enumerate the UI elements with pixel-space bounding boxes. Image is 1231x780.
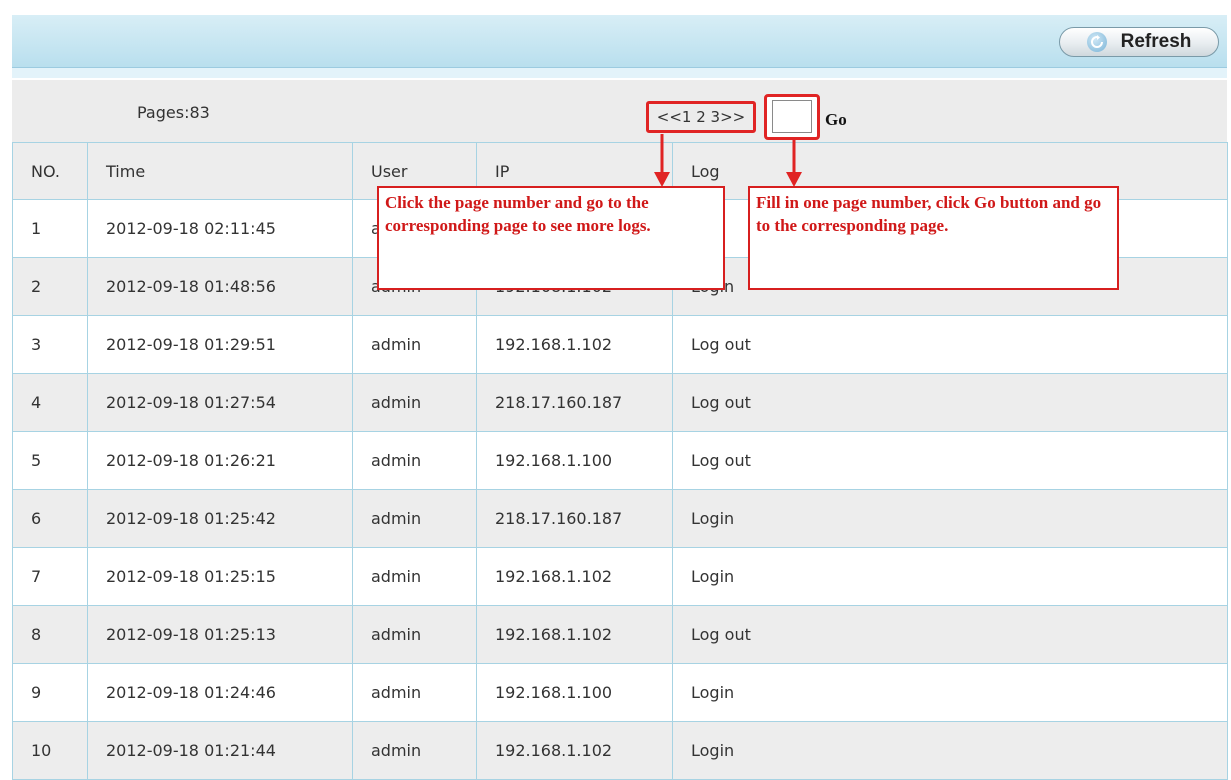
cell-log: Log out xyxy=(672,605,1228,664)
cell-time: 2012-09-18 01:26:21 xyxy=(87,431,353,490)
cell-time: 2012-09-18 01:24:46 xyxy=(87,663,353,722)
go-button[interactable]: Go xyxy=(825,110,847,130)
cell-ip: 192.168.1.100 xyxy=(476,663,673,722)
table-row: 4 2012-09-18 01:27:54 admin 218.17.160.1… xyxy=(12,373,1228,432)
cell-time: 2012-09-18 02:11:45 xyxy=(87,199,353,258)
cell-no: 5 xyxy=(12,431,88,490)
cell-ip: 192.168.1.102 xyxy=(476,547,673,606)
cell-time: 2012-09-18 01:25:42 xyxy=(87,489,353,548)
cell-log: Login xyxy=(672,547,1228,606)
table-row: 7 2012-09-18 01:25:15 admin 192.168.1.10… xyxy=(12,547,1228,606)
cell-ip: 218.17.160.187 xyxy=(476,489,673,548)
cell-user: admin xyxy=(352,315,477,374)
toolbar: Refresh xyxy=(12,15,1227,68)
cell-log: Login xyxy=(672,489,1228,548)
cell-ip: 192.168.1.102 xyxy=(476,605,673,664)
cell-no: 3 xyxy=(12,315,88,374)
toolbar-divider xyxy=(12,68,1227,78)
cell-time: 2012-09-18 01:29:51 xyxy=(87,315,353,374)
table-row: 10 2012-09-18 01:21:44 admin 192.168.1.1… xyxy=(12,721,1228,780)
page-link-2[interactable]: 2 xyxy=(696,108,706,126)
page-link-1[interactable]: 1 xyxy=(682,108,692,126)
cell-user: admin xyxy=(352,605,477,664)
cell-ip: 218.17.160.187 xyxy=(476,373,673,432)
column-header-no: NO. xyxy=(12,142,88,200)
cell-time: 2012-09-18 01:48:56 xyxy=(87,257,353,316)
cell-no: 4 xyxy=(12,373,88,432)
cell-user: admin xyxy=(352,721,477,780)
page-link-3[interactable]: 3 xyxy=(711,108,721,126)
page-number-input[interactable] xyxy=(764,94,820,140)
cell-ip: 192.168.1.102 xyxy=(476,721,673,780)
refresh-icon xyxy=(1086,32,1107,52)
arrow-down-icon xyxy=(654,134,670,187)
cell-no: 7 xyxy=(12,547,88,606)
table-row: 8 2012-09-18 01:25:13 admin 192.168.1.10… xyxy=(12,605,1228,664)
prev-page-link[interactable]: << xyxy=(657,108,682,126)
cell-no: 2 xyxy=(12,257,88,316)
cell-no: 6 xyxy=(12,489,88,548)
cell-time: 2012-09-18 01:21:44 xyxy=(87,721,353,780)
refresh-label: Refresh xyxy=(1120,31,1192,52)
cell-user: admin xyxy=(352,373,477,432)
cell-no: 10 xyxy=(12,721,88,780)
pages-count: Pages:83 xyxy=(137,103,210,122)
page-links: << 1 2 3 >> xyxy=(646,101,756,133)
refresh-button[interactable]: Refresh xyxy=(1059,27,1219,57)
table-row: 9 2012-09-18 01:24:46 admin 192.168.1.10… xyxy=(12,663,1228,722)
cell-user: admin xyxy=(352,489,477,548)
cell-ip: 192.168.1.102 xyxy=(476,315,673,374)
next-page-link[interactable]: >> xyxy=(720,108,745,126)
cell-time: 2012-09-18 01:27:54 xyxy=(87,373,353,432)
cell-log: Log out xyxy=(672,315,1228,374)
column-header-time: Time xyxy=(87,142,353,200)
cell-time: 2012-09-18 01:25:13 xyxy=(87,605,353,664)
cell-log: Log out xyxy=(672,431,1228,490)
table-row: 6 2012-09-18 01:25:42 admin 218.17.160.1… xyxy=(12,489,1228,548)
cell-log: Login xyxy=(672,663,1228,722)
cell-user: admin xyxy=(352,547,477,606)
page-links-callout: Click the page number and go to the corr… xyxy=(377,186,725,290)
cell-log: Log out xyxy=(672,373,1228,432)
cell-no: 9 xyxy=(12,663,88,722)
go-button-callout: Fill in one page number, click Go button… xyxy=(748,186,1119,290)
cell-no: 1 xyxy=(12,199,88,258)
cell-log: Login xyxy=(672,721,1228,780)
cell-user: admin xyxy=(352,431,477,490)
arrow-down-icon xyxy=(786,140,802,187)
cell-ip: 192.168.1.100 xyxy=(476,431,673,490)
cell-time: 2012-09-18 01:25:15 xyxy=(87,547,353,606)
table-row: 5 2012-09-18 01:26:21 admin 192.168.1.10… xyxy=(12,431,1228,490)
cell-no: 8 xyxy=(12,605,88,664)
cell-user: admin xyxy=(352,663,477,722)
table-row: 3 2012-09-18 01:29:51 admin 192.168.1.10… xyxy=(12,315,1228,374)
